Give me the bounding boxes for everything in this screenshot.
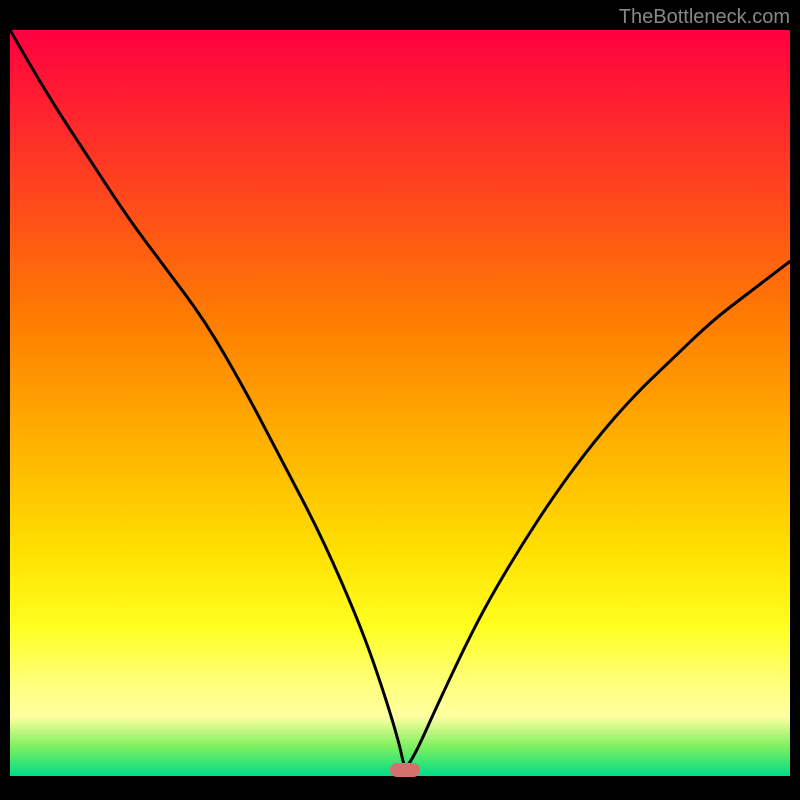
curve-line [10, 30, 790, 765]
watermark-text: TheBottleneck.com [619, 6, 790, 29]
bottleneck-marker [390, 763, 420, 777]
chart-curve-svg [10, 30, 790, 776]
chart-plot-area [10, 30, 790, 776]
